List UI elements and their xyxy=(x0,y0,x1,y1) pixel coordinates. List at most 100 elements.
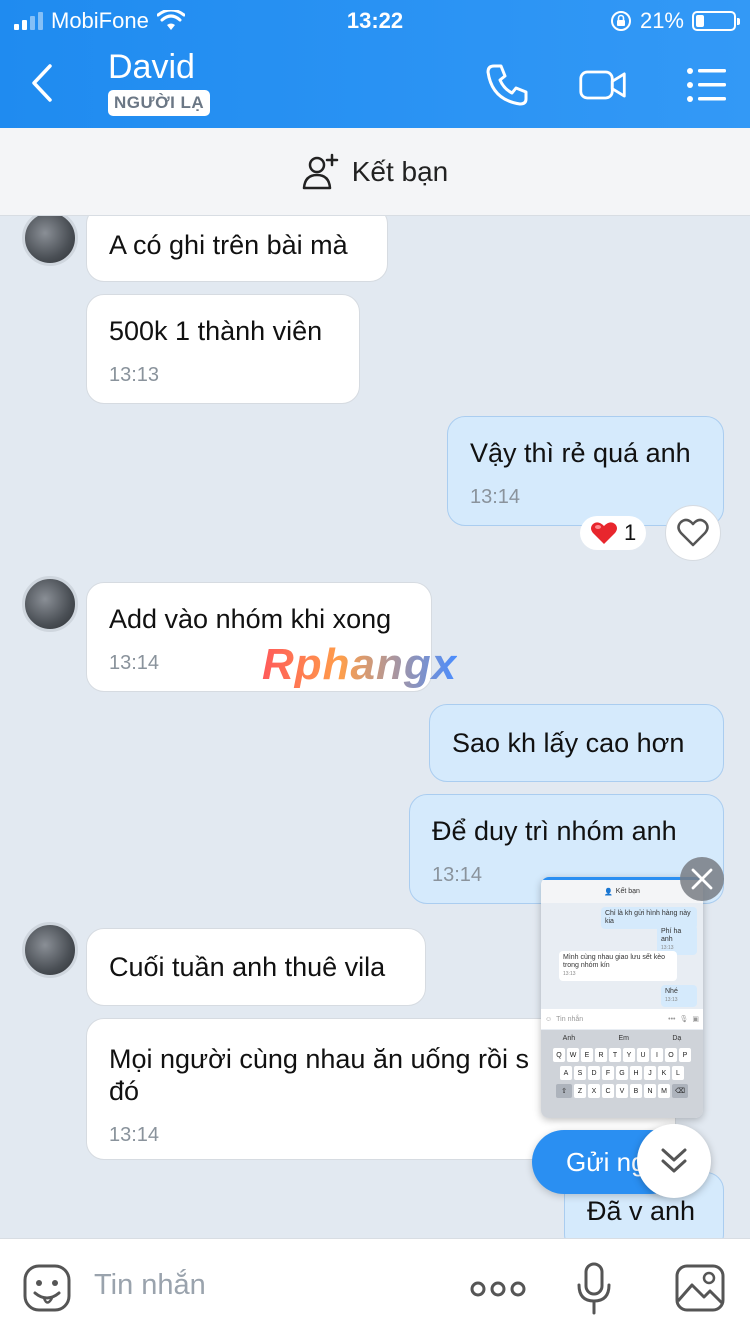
mini-add-friend-icon: 👤 xyxy=(604,888,613,896)
battery-icon xyxy=(692,11,740,31)
close-icon xyxy=(691,868,713,890)
mini-message-text: Phí ha anh xyxy=(661,928,682,943)
menu-icon[interactable] xyxy=(682,60,732,110)
mini-key: W xyxy=(567,1048,579,1062)
mini-key: R xyxy=(595,1048,607,1062)
avatar[interactable] xyxy=(22,216,78,266)
heart-icon xyxy=(591,522,617,544)
battery-percent: 21% xyxy=(639,8,684,33)
mini-key: Q xyxy=(553,1048,565,1062)
message-bubble[interactable]: 500k 1 thành viên 13:13 xyxy=(86,294,360,404)
message-composer: Tin nhắn xyxy=(0,1238,750,1334)
mini-message-time: 13:13 xyxy=(665,997,678,1003)
message-text: Đã v anh xyxy=(587,1196,696,1226)
image-icon[interactable] xyxy=(674,1263,726,1313)
mini-message: Mình cùng nhau giao lưu sết kèo trong nh… xyxy=(559,951,677,981)
mini-key: O xyxy=(665,1048,677,1062)
like-button[interactable] xyxy=(665,505,721,561)
mini-keyboard: QWERTYUIOP ASDFGHJKL ⇧ Z X C V B N M ⌫ xyxy=(541,1046,703,1118)
scroll-to-bottom-button[interactable] xyxy=(637,1124,711,1198)
message-bubble[interactable]: Cuối tuần anh thuê vila xyxy=(86,928,426,1006)
mini-image-icon: ▣ xyxy=(692,1016,699,1023)
mini-key-shift: ⇧ xyxy=(556,1084,572,1098)
back-icon[interactable] xyxy=(22,58,62,108)
mini-suggestion: Em xyxy=(618,1034,630,1042)
message-text: Để duy trì nhóm anh xyxy=(432,816,677,846)
mini-message: Nhé 13:13 xyxy=(661,985,697,1007)
message-time: 13:14 xyxy=(470,486,521,508)
add-friend-icon xyxy=(302,153,338,189)
mini-key: Z xyxy=(574,1084,586,1098)
mini-key-row: ASDFGHJKL xyxy=(544,1066,700,1080)
mini-key: T xyxy=(609,1048,621,1062)
message-text: Vậy thì rẻ quá anh xyxy=(470,438,691,468)
mini-key: F xyxy=(602,1066,614,1080)
mini-key: H xyxy=(630,1066,642,1080)
mini-header: 👤 Kết bạn xyxy=(541,877,703,903)
mini-key: M xyxy=(658,1084,670,1098)
more-options-icon[interactable] xyxy=(470,1269,526,1309)
send-now-label: Gửi ng xyxy=(566,1146,646,1177)
mini-title: Kết bạn xyxy=(615,888,640,895)
mini-key: J xyxy=(644,1066,656,1080)
mini-key-row: QWERTYUIOP xyxy=(544,1048,700,1062)
video-call-icon[interactable] xyxy=(578,60,628,110)
avatar[interactable] xyxy=(22,576,78,632)
mini-key: Y xyxy=(623,1048,635,1062)
mini-key-backspace: ⌫ xyxy=(672,1084,688,1098)
close-preview-button[interactable] xyxy=(680,857,724,901)
mini-key: E xyxy=(581,1048,593,1062)
add-friend-label: Kết bạn xyxy=(351,155,449,187)
mini-key: D xyxy=(588,1066,600,1080)
mini-key-row: ⇧ Z X C V B N M ⌫ xyxy=(544,1084,700,1098)
mini-key: I xyxy=(651,1048,663,1062)
reaction-badge[interactable]: 1 xyxy=(580,516,647,550)
message-text: Add vào nhóm khi xong xyxy=(109,604,392,634)
mini-input-bar: ☺ Tin nhắn ••• 🎙 ▣ xyxy=(541,1009,703,1029)
mini-key: K xyxy=(658,1066,670,1080)
sticker-icon[interactable] xyxy=(22,1263,72,1313)
message-text: Cuối tuần anh thuê vila xyxy=(109,952,386,982)
phone-icon[interactable] xyxy=(482,60,532,110)
mini-key: V xyxy=(616,1084,628,1098)
message-time: 13:13 xyxy=(109,364,160,386)
reaction-count: 1 xyxy=(624,520,637,545)
chat-header: MobiFone 13:22 21% David NGƯỜI LẠ xyxy=(0,0,750,128)
mini-key: X xyxy=(588,1084,600,1098)
mini-key: L xyxy=(672,1066,684,1080)
mini-message-text: Mình cùng nhau giao lưu sết kèo trong nh… xyxy=(563,954,665,969)
stranger-badge: NGƯỜI LẠ xyxy=(108,90,211,116)
message-bubble[interactable]: A có ghi trên bài mà xyxy=(86,216,388,282)
floating-chat-preview[interactable]: 👤 Kết bạn Chỉ là kh gửi hình hàng này ki… xyxy=(541,877,703,1118)
mini-key: A xyxy=(560,1066,572,1080)
mini-input-placeholder: Tin nhắn xyxy=(556,1015,584,1023)
status-bar: MobiFone 13:22 21% xyxy=(0,0,750,42)
mini-suggestion: Anh xyxy=(562,1034,576,1042)
contact-name[interactable]: David xyxy=(108,48,195,87)
microphone-icon[interactable] xyxy=(574,1261,614,1317)
message-text: Sao kh lấy cao hơn xyxy=(452,728,685,758)
mini-key: P xyxy=(679,1048,691,1062)
mini-key: G xyxy=(616,1066,628,1080)
mini-suggestions: Anh Em Dạ xyxy=(541,1030,703,1046)
add-friend-bar[interactable]: Kết bạn xyxy=(0,128,750,216)
status-right: 21% xyxy=(610,8,740,34)
mini-message-text: Chỉ là kh gửi hình hàng này kia xyxy=(605,910,691,925)
mini-message-text: Nhé xyxy=(665,988,678,995)
mini-more-icon: ••• xyxy=(668,1015,676,1023)
message-text: 500k 1 thành viên xyxy=(109,316,323,346)
mini-emoji-icon: ☺ xyxy=(545,1015,553,1023)
mini-key: U xyxy=(637,1048,649,1062)
mini-key: N xyxy=(644,1084,656,1098)
mini-message-time: 13:13 xyxy=(563,971,576,977)
heart-outline-icon xyxy=(677,518,709,547)
mini-key: C xyxy=(602,1084,614,1098)
mini-key: S xyxy=(574,1066,586,1080)
message-input[interactable]: Tin nhắn xyxy=(94,1269,206,1302)
message-bubble[interactable]: Sao kh lấy cao hơn xyxy=(429,704,724,782)
orientation-lock-icon xyxy=(610,11,631,31)
avatar[interactable] xyxy=(22,922,78,978)
double-chevron-down-icon xyxy=(661,1148,687,1173)
mini-mic-icon: 🎙 xyxy=(679,1016,689,1023)
message-text: A có ghi trên bài mà xyxy=(109,230,348,260)
